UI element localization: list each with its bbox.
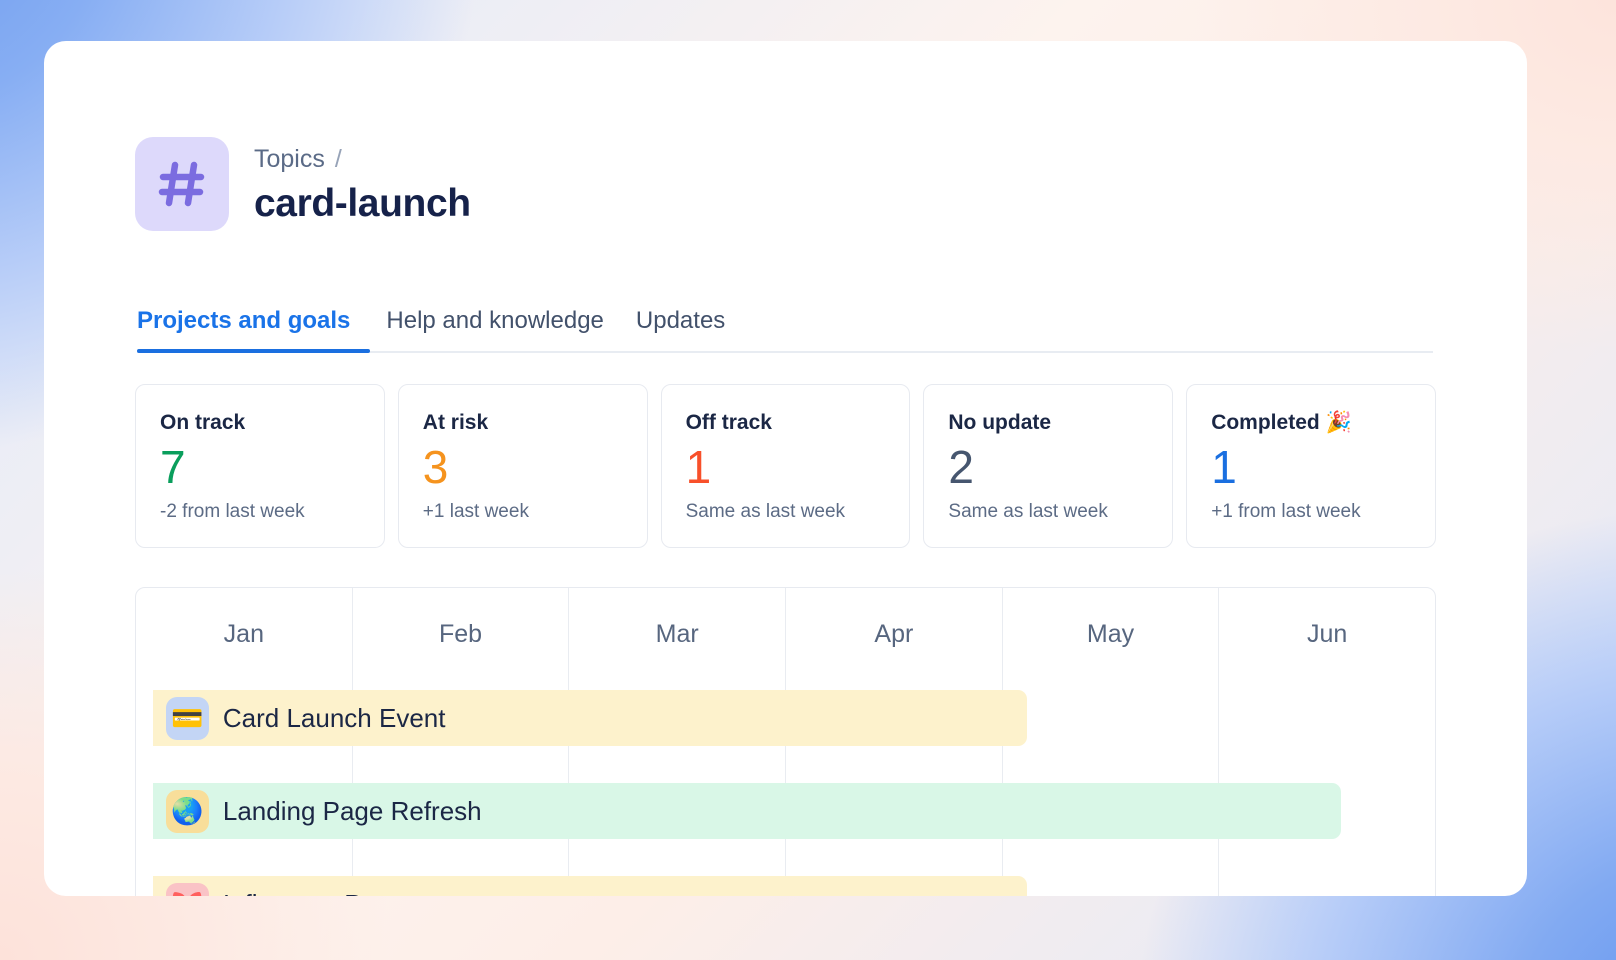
breadcrumb: Topics / [254, 144, 471, 174]
app-card: Topics / card-launch Projects and goals … [44, 41, 1527, 896]
stat-value: 1 [1211, 443, 1411, 491]
tab-bar: Projects and goals Help and knowledge Up… [137, 307, 1433, 353]
month-label: Jan [136, 620, 352, 649]
stat-card-on-track[interactable]: On track 7 -2 from last week [135, 384, 385, 548]
month-label: Feb [353, 620, 569, 649]
hash-icon [135, 137, 229, 231]
stat-card-at-risk[interactable]: At risk 3 +1 last week [398, 384, 648, 548]
tab-projects-and-goals[interactable]: Projects and goals [137, 307, 370, 351]
month-label: Apr [786, 620, 1002, 649]
globe-emoji: 🌏 [166, 790, 209, 833]
stat-label: No update [948, 411, 1148, 435]
stat-label: Off track [686, 411, 886, 435]
tab-updates[interactable]: Updates [620, 307, 741, 351]
stat-value: 7 [160, 443, 360, 491]
month-label: Mar [569, 620, 785, 649]
stat-delta: +1 from last week [1211, 501, 1411, 523]
month-label: May [1003, 620, 1219, 649]
stat-label: At risk [423, 411, 623, 435]
topic-header: Topics / card-launch [135, 137, 471, 231]
stat-card-off-track[interactable]: Off track 1 Same as last week [661, 384, 911, 548]
ribbon-emoji: 🎀 [166, 883, 209, 897]
timeline-row: 🎀 Influencer Program [136, 862, 1435, 896]
timeline-bar-influencer-program[interactable]: 🎀 Influencer Program [153, 876, 1027, 896]
stat-label: Completed 🎉 [1211, 411, 1411, 435]
tab-help-and-knowledge[interactable]: Help and knowledge [370, 307, 620, 351]
breadcrumb-parent[interactable]: Topics [254, 144, 325, 174]
timeline-bar-card-launch-event[interactable]: 💳 Card Launch Event [153, 690, 1027, 746]
stat-card-completed[interactable]: Completed 🎉 1 +1 from last week [1186, 384, 1436, 548]
timeline-item-label: Card Launch Event [223, 703, 446, 734]
stat-delta: +1 last week [423, 501, 623, 523]
timeline-row: 💳 Card Launch Event [136, 676, 1435, 769]
month-label: Jun [1219, 620, 1435, 649]
project-timeline[interactable]: Jan Feb Mar Apr May Jun [135, 587, 1436, 896]
breadcrumb-separator: / [335, 144, 342, 174]
credit-card-emoji: 💳 [166, 697, 209, 740]
timeline-item-label: Influencer Program [223, 889, 444, 897]
timeline-rows: 💳 Card Launch Event 🌏 Landing Page Refre… [136, 676, 1435, 896]
timeline-row: 🌏 Landing Page Refresh [136, 769, 1435, 862]
status-summary-cards: On track 7 -2 from last week At risk 3 +… [135, 384, 1436, 548]
stat-delta: Same as last week [686, 501, 886, 523]
stat-value: 1 [686, 443, 886, 491]
stat-delta: -2 from last week [160, 501, 360, 523]
timeline-item-label: Landing Page Refresh [223, 796, 482, 827]
stat-delta: Same as last week [948, 501, 1148, 523]
timeline-bar-landing-page-refresh[interactable]: 🌏 Landing Page Refresh [153, 783, 1342, 839]
stat-card-no-update[interactable]: No update 2 Same as last week [923, 384, 1173, 548]
page-title: card-launch [254, 180, 471, 229]
stat-value: 2 [948, 443, 1148, 491]
stat-value: 3 [423, 443, 623, 491]
stat-label: On track [160, 411, 360, 435]
